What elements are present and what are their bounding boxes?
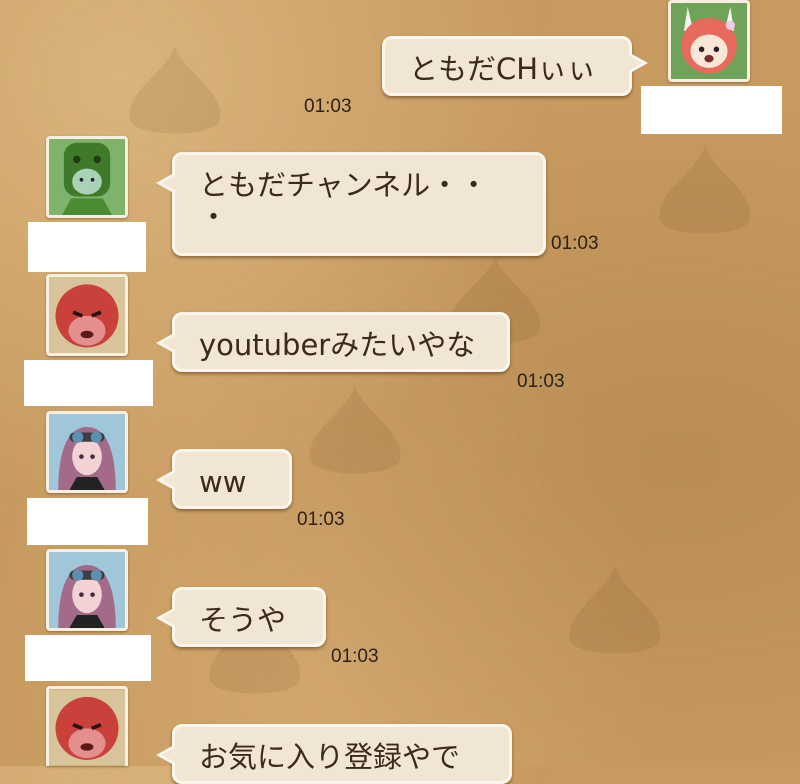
bubble-tail: [628, 55, 642, 71]
pink-haired-creature-avatar[interactable]: [668, 0, 750, 82]
name-plate: [641, 86, 782, 134]
name-plate: [28, 222, 146, 272]
message-text: ww: [199, 465, 247, 499]
green-cactus-helmet-avatar[interactable]: [46, 136, 128, 218]
red-round-ogre-avatar[interactable]: [46, 686, 128, 766]
bubble-tail: [162, 747, 176, 763]
message-bubble[interactable]: ww: [156, 449, 292, 509]
message-time: 01:03: [551, 233, 599, 254]
message-time: 01:03: [304, 96, 352, 117]
name-plate: [27, 498, 148, 545]
message-bubble[interactable]: お気に入り登録やで: [156, 724, 512, 784]
chat-log[interactable]: ともだCHぃぃ 01:03 ともだチャンネル・・ ・ 01:03 youtube…: [0, 0, 800, 784]
bubble-tail: [162, 610, 176, 626]
bubble-tail: [162, 175, 176, 191]
message-text: お気に入り登録やで: [199, 740, 461, 774]
message-text: youtuberみたいやな: [199, 328, 476, 362]
red-round-ogre-avatar[interactable]: [46, 274, 128, 356]
message-time: 01:03: [297, 509, 345, 530]
name-plate: [24, 360, 153, 406]
message-text: ともだCHぃぃ: [409, 52, 597, 86]
elf-girl-goggles-avatar[interactable]: [46, 411, 128, 493]
elf-girl-goggles-avatar[interactable]: [46, 549, 128, 631]
message-time: 01:03: [331, 646, 379, 667]
bubble-tail: [162, 335, 176, 351]
slime-background-icon: [129, 45, 221, 134]
message-bubble[interactable]: ともだチャンネル・・ ・: [156, 152, 546, 256]
slime-background-icon: [569, 565, 661, 654]
slime-background-icon: [659, 145, 751, 234]
slime-background-icon: [309, 385, 401, 474]
message-bubble[interactable]: そうや: [156, 587, 326, 647]
message-text: そうや: [199, 603, 287, 637]
message-bubble[interactable]: youtuberみたいやな: [156, 312, 510, 372]
message-text: ともだチャンネル・・ ・: [199, 168, 489, 234]
message-time: 01:03: [517, 371, 565, 392]
name-plate: [25, 635, 151, 681]
bubble-tail: [162, 472, 176, 488]
message-bubble[interactable]: ともだCHぃぃ: [382, 36, 648, 96]
